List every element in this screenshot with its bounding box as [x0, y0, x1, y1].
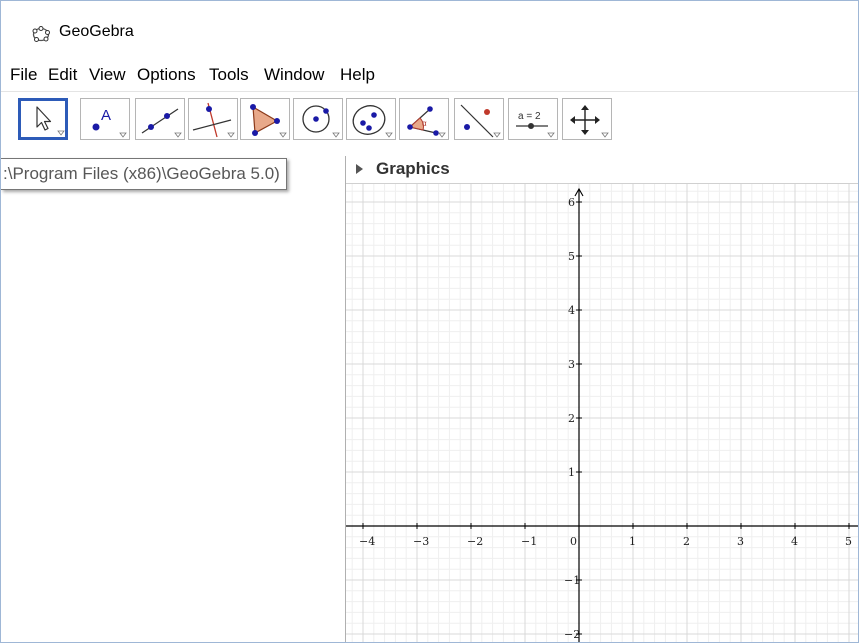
tool-ellipse-button[interactable] — [346, 98, 396, 140]
menu-view[interactable]: View — [89, 65, 126, 85]
x-tick-label: 4 — [791, 535, 798, 548]
tool-line-button[interactable] — [135, 98, 185, 140]
toolbar: A α a = 2 — [1, 91, 858, 154]
y-tick-label: 1 — [568, 466, 575, 479]
menu-file[interactable]: File — [10, 65, 37, 85]
y-tick-label: 3 — [568, 358, 575, 371]
collapse-triangle-icon[interactable] — [356, 164, 363, 174]
graphics-view-canvas[interactable]: −4 −3 −2 −1 0 1 2 3 4 5 6 5 4 3 2 1 −1 −2 — [346, 184, 858, 642]
y-tick-label: 4 — [568, 304, 575, 317]
menu-options[interactable]: Options — [137, 65, 196, 85]
angle-label-text: α — [422, 119, 427, 128]
tool-angle-button[interactable]: α — [399, 98, 449, 140]
x-tick-labels: −4 −3 −2 −1 0 1 2 3 4 5 — [359, 523, 852, 548]
tool-reflect-button[interactable] — [454, 98, 504, 140]
grid-major-lines — [346, 184, 858, 642]
tool-circle-button[interactable] — [293, 98, 343, 140]
graphics-view-title: Graphics — [376, 159, 450, 178]
graphics-svg[interactable]: −4 −3 −2 −1 0 1 2 3 4 5 6 5 4 3 2 1 −1 −2 — [346, 184, 858, 642]
tool-polygon-button[interactable] — [240, 98, 290, 140]
x-tick-label: 3 — [737, 535, 744, 548]
geogebra-window: GeoGebra File Edit View Options Tools Wi… — [0, 0, 859, 643]
menu-bar: File Edit View Options Tools Window Help — [1, 59, 858, 89]
x-tick-label: −4 — [359, 535, 375, 548]
menu-tools[interactable]: Tools — [209, 65, 249, 85]
coordinate-axes — [346, 187, 858, 642]
menu-window[interactable]: Window — [264, 65, 324, 85]
title-bar[interactable]: GeoGebra — [1, 1, 858, 59]
algebra-view[interactable] — [1, 156, 345, 642]
x-tick-label: −3 — [413, 535, 429, 548]
x-tick-label: 1 — [629, 535, 636, 548]
file-path-tooltip: :\Program Files (x86)\GeoGebra 5.0) — [1, 158, 287, 190]
tool-slider-button[interactable]: a = 2 — [508, 98, 558, 140]
slider-label-text: a = 2 — [518, 111, 541, 122]
tool-move-button[interactable] — [18, 98, 68, 140]
tool-move-view-button[interactable] — [562, 98, 612, 140]
menu-help[interactable]: Help — [340, 65, 375, 85]
app-title: GeoGebra — [59, 23, 134, 40]
x-tick-label: −2 — [467, 535, 483, 548]
y-tick-label: 5 — [568, 250, 575, 263]
y-tick-label: 2 — [568, 412, 575, 425]
geogebra-logo-icon — [32, 25, 50, 43]
tool-point-button[interactable]: A — [80, 98, 130, 140]
point-label-text: A — [101, 107, 111, 124]
menu-edit[interactable]: Edit — [48, 65, 77, 85]
x-tick-label: 0 — [570, 535, 577, 548]
grid-minor-lines — [346, 184, 858, 642]
tool-perpendicular-button[interactable] — [188, 98, 238, 140]
graphics-view-header[interactable]: Graphics — [346, 156, 858, 184]
x-tick-label: 2 — [683, 535, 690, 548]
y-tick-label: 6 — [568, 196, 575, 209]
x-tick-label: −1 — [521, 535, 537, 548]
x-tick-label: 5 — [845, 535, 852, 548]
